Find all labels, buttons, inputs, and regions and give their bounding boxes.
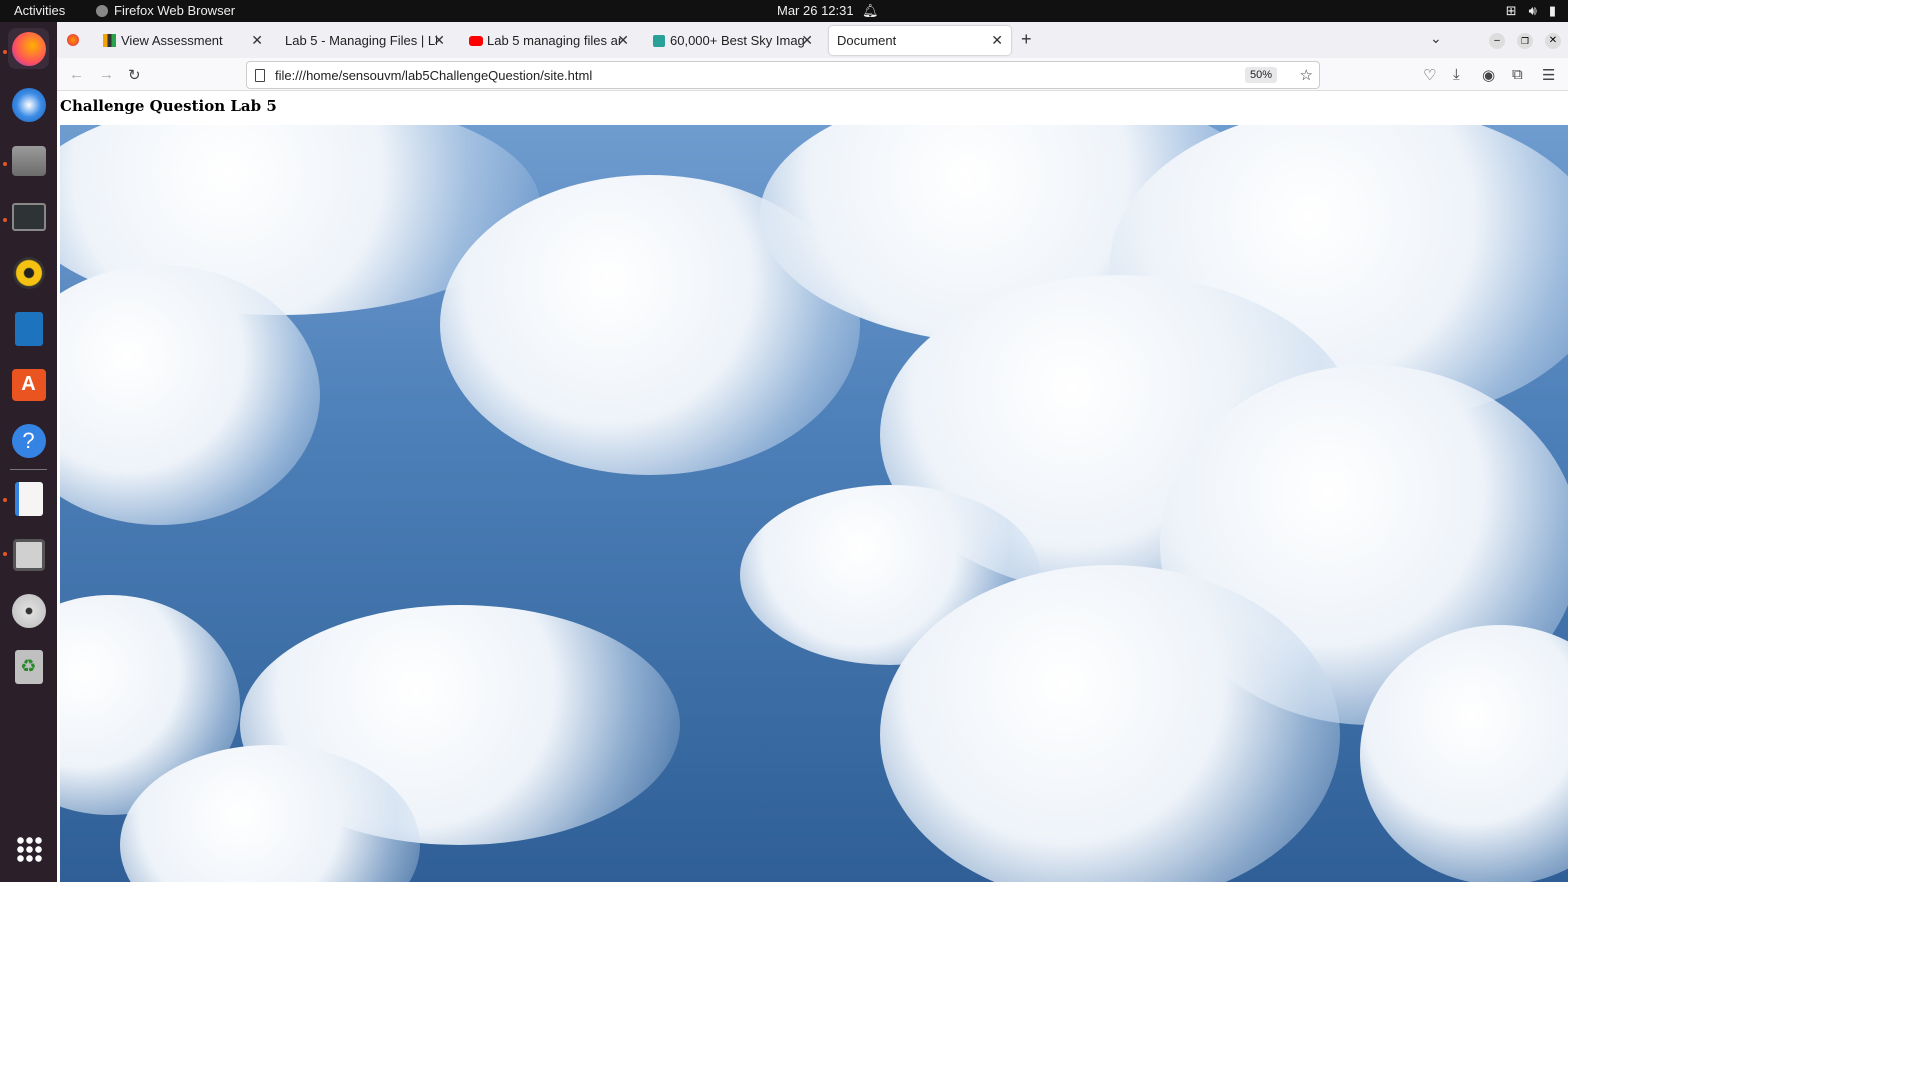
tab-view-assessment[interactable]: View Assessment ✕: [95, 26, 271, 55]
minimize-icon[interactable]: –: [1489, 33, 1505, 49]
firefox-launcher[interactable]: [8, 28, 49, 69]
close-tab-icon[interactable]: ✕: [433, 32, 445, 49]
close-tab-icon[interactable]: ✕: [801, 32, 813, 49]
running-indicator: [3, 162, 7, 166]
back-icon[interactable]: ←: [69, 66, 84, 83]
grid-icon: [15, 835, 42, 862]
list-all-tabs-icon[interactable]: ⌄: [1430, 30, 1442, 47]
software-launcher[interactable]: A: [8, 364, 49, 405]
app-menu[interactable]: Firefox Web Browser: [96, 3, 235, 18]
image-viewer-launcher[interactable]: [8, 534, 49, 575]
close-tab-icon[interactable]: ✕: [617, 32, 629, 49]
trash-launcher[interactable]: ♻: [8, 646, 49, 687]
show-apps-button[interactable]: [8, 828, 49, 869]
tab-title: View Assessment: [121, 33, 223, 48]
bookmark-star-icon[interactable]: ☆: [1300, 66, 1313, 84]
tab-bar: View Assessment ✕ Lab 5 - Managing Files…: [57, 22, 1568, 58]
writer-icon: [14, 311, 43, 346]
tab-lab5-video[interactable]: Lab 5 managing files and ✕: [461, 26, 637, 55]
tab-lab5-managing-files[interactable]: Lab 5 - Managing Files | Linu ✕: [277, 26, 453, 55]
tab-title: Document: [837, 33, 897, 48]
clock[interactable]: Mar 26 12:31: [777, 3, 854, 18]
restore-icon[interactable]: ❐: [1517, 33, 1533, 49]
thunderbird-launcher[interactable]: [8, 84, 49, 125]
dock-separator: [10, 469, 47, 470]
terminal-icon: [11, 202, 46, 231]
page-content: Challenge Question Lab 5: [57, 91, 1568, 882]
menu-icon[interactable]: ☰: [1542, 66, 1555, 84]
rhythmbox-icon: [12, 256, 45, 289]
disc-launcher[interactable]: [8, 590, 49, 631]
tab-title: 60,000+ Best Sky Images: [670, 33, 804, 48]
folder-icon: [11, 145, 46, 176]
running-indicator: [3, 50, 7, 54]
forward-icon[interactable]: →: [99, 66, 114, 83]
network-icon: ⊞: [1505, 3, 1517, 18]
help-icon: ?: [11, 423, 46, 458]
rhythmbox-launcher[interactable]: [8, 252, 49, 293]
close-window-icon[interactable]: ✕: [1545, 33, 1561, 49]
firefox-small-icon: [96, 4, 108, 17]
app-name-label: Firefox Web Browser: [114, 3, 236, 18]
files-launcher[interactable]: [8, 140, 49, 181]
terminal-launcher[interactable]: [8, 196, 49, 237]
running-indicator: [3, 498, 7, 502]
volume-icon: 🔊︎: [1528, 3, 1537, 18]
close-tab-icon[interactable]: ✕: [991, 32, 1003, 49]
system-tray[interactable]: ⊞ 🔊︎ ▮: [1506, 3, 1556, 19]
url-text[interactable]: file:///home/sensouvm/lab5ChallengeQuest…: [275, 68, 592, 83]
downloads-icon[interactable]: ⤓: [1453, 66, 1460, 83]
youtube-icon: [469, 35, 483, 46]
pocket-icon[interactable]: ♡: [1423, 66, 1436, 84]
site-favicon-icon: [653, 34, 665, 47]
text-editor-icon: [14, 481, 43, 516]
running-indicator: [3, 552, 7, 556]
running-indicator: [3, 218, 7, 222]
activities-button[interactable]: Activities: [14, 3, 65, 18]
zoom-level-button[interactable]: 50%: [1244, 67, 1277, 83]
text-editor-launcher[interactable]: [8, 478, 49, 519]
dock: A ? ♻: [0, 22, 57, 882]
url-bar[interactable]: file:///home/sensouvm/lab5ChallengeQuest…: [246, 61, 1320, 89]
writer-launcher[interactable]: [8, 308, 49, 349]
tab-title: Lab 5 managing files and: [487, 33, 621, 48]
tab-sky-images[interactable]: 60,000+ Best Sky Images ✕: [645, 26, 821, 55]
page-heading: Challenge Question Lab 5: [60, 97, 277, 115]
tab-document[interactable]: Document ✕: [829, 26, 1011, 55]
firefox-icon: [11, 31, 46, 66]
battery-icon: ▮: [1548, 3, 1556, 18]
firefox-window: View Assessment ✕ Lab 5 - Managing Files…: [57, 22, 1568, 882]
firefox-view-icon[interactable]: [67, 34, 79, 46]
software-store-icon: A: [11, 368, 46, 401]
account-icon[interactable]: ◉: [1482, 66, 1495, 84]
system-top-bar: Activities Firefox Web Browser Mar 26 12…: [0, 0, 1568, 22]
reload-icon[interactable]: ↻: [128, 66, 141, 84]
thunderbird-icon: [11, 87, 46, 122]
bar-chart-icon: [103, 34, 116, 47]
help-launcher[interactable]: ?: [8, 420, 49, 461]
page-icon: [255, 68, 265, 82]
trash-icon: ♻: [14, 649, 43, 684]
new-tab-icon[interactable]: +: [1021, 29, 1032, 50]
disc-icon: [11, 593, 46, 628]
navigation-toolbar: ← → ↻ file:///home/sensouvm/lab5Challeng…: [57, 58, 1568, 91]
tab-title: Lab 5 - Managing Files | Linu: [285, 33, 437, 48]
extensions-icon[interactable]: ⧉: [1512, 66, 1523, 83]
magnifier-icon: [12, 538, 45, 571]
sky-clouds-image: [60, 125, 1568, 882]
close-tab-icon[interactable]: ✕: [251, 32, 263, 49]
notification-bell-icon[interactable]: 🔔︎: [862, 3, 879, 19]
